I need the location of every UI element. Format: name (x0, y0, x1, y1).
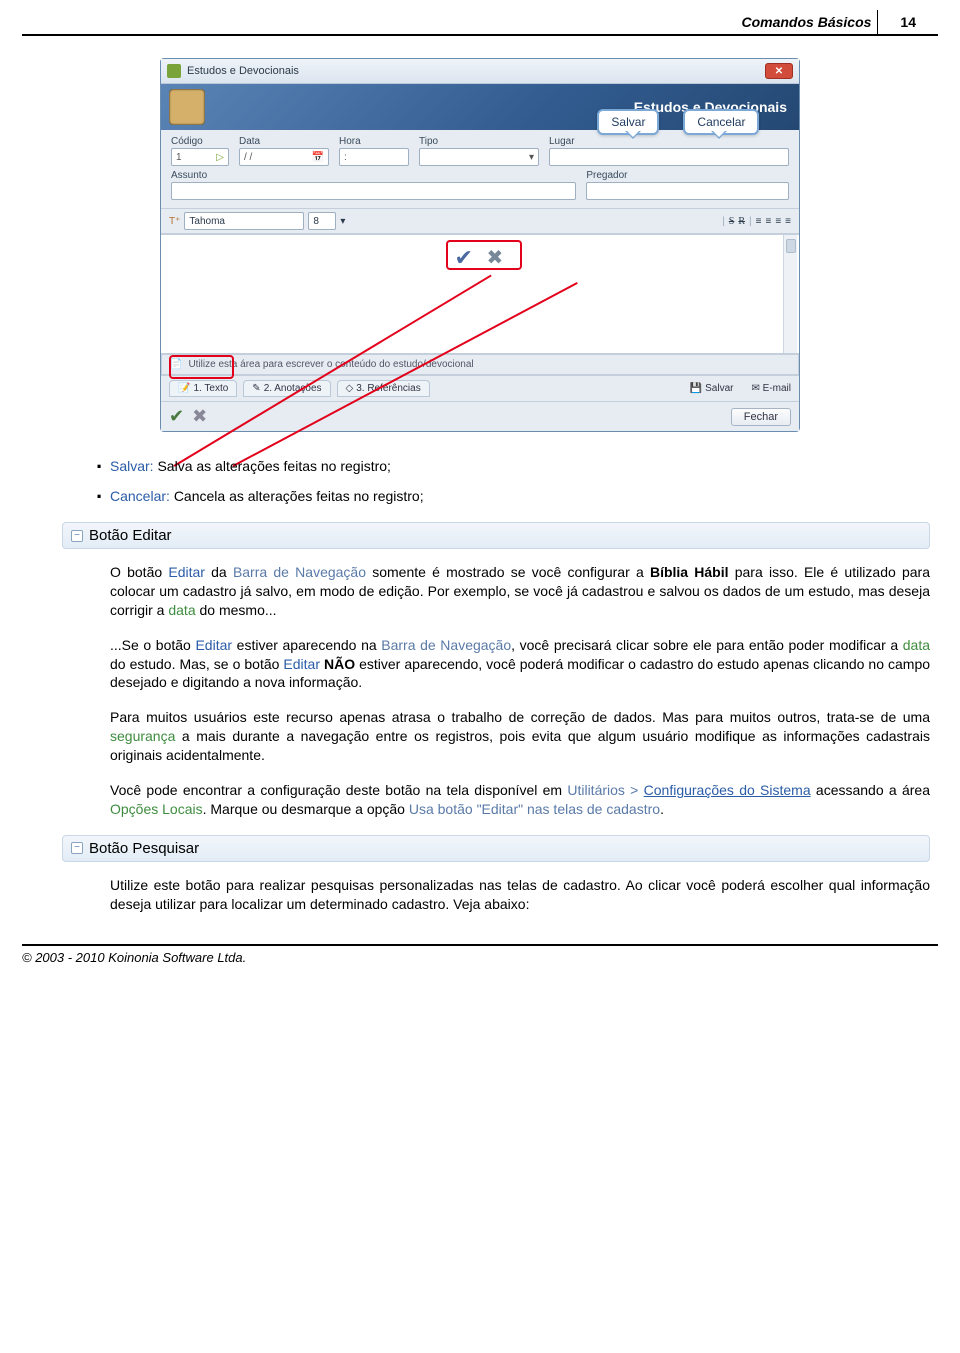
label-data: Data (239, 136, 329, 147)
align-justify-icon[interactable]: ≡ (785, 216, 791, 227)
content-hint: 📄 Utilize esta área para escrever o cont… (161, 354, 799, 375)
font-select[interactable]: Tahoma (184, 212, 304, 230)
collapse-icon[interactable]: − (71, 842, 83, 854)
rich-toolbar: T⁺ Tahoma 8 ▾ Salvar Cancelar | S R | ≡ … (161, 209, 799, 234)
label-lugar: Lugar (549, 136, 789, 147)
window-titlebar: Estudos e Devocionais ✕ (161, 59, 799, 84)
callout-salvar: Salvar (597, 109, 659, 135)
banner-icon (169, 89, 205, 125)
collapse-icon[interactable]: − (71, 530, 83, 542)
input-hora[interactable]: : (339, 148, 409, 166)
bullet-cancelar: Cancelar: Cancela as alterações feitas n… (110, 488, 930, 504)
dropdown-icon[interactable]: ▾ (340, 216, 345, 227)
section-title: Botão Editar (89, 527, 172, 544)
section-botao-editar[interactable]: − Botão Editar (62, 522, 930, 549)
editar-p3: Para muitos usuários este recurso apenas… (110, 708, 930, 765)
label-codigo: Código (171, 136, 229, 147)
tab-anotacoes[interactable]: ✎ 2. Anotações (243, 380, 330, 397)
tab-texto[interactable]: 📝 1. Texto (169, 380, 237, 397)
approve-check-icon[interactable]: ✔ (169, 406, 184, 427)
bullet-salvar: Salvar: Salva as alterações feitas no re… (110, 458, 930, 474)
header-page-number: 14 (878, 10, 938, 34)
page-header: Comandos Básicos 14 (22, 10, 938, 36)
section-title: Botão Pesquisar (89, 840, 199, 857)
save-button[interactable]: 💾 Salvar (690, 383, 734, 394)
input-lugar[interactable] (549, 148, 789, 166)
input-tipo[interactable]: ▾ (419, 148, 539, 166)
editar-p4: Você pode encontrar a configuração deste… (110, 781, 930, 819)
editar-p2: ...Se o botão Editar estiver aparecendo … (110, 636, 930, 693)
email-button[interactable]: ✉ E-mail (751, 383, 791, 394)
editar-p1: O botão Editar da Barra de Navegação som… (110, 563, 930, 620)
label-pregador: Pregador (586, 170, 789, 181)
app-window: Estudos e Devocionais ✕ Estudos e Devoci… (160, 58, 800, 432)
footer-copyright: © 2003 - 2010 Koinonia Software Ltda. (22, 944, 938, 965)
window-title: Estudos e Devocionais (187, 65, 299, 77)
input-assunto[interactable] (171, 182, 576, 200)
label-assunto: Assunto (171, 170, 576, 181)
scrollbar[interactable] (783, 235, 797, 353)
close-button[interactable]: Fechar (731, 408, 791, 426)
align-left-icon[interactable]: ≡ (756, 216, 762, 227)
r-icon[interactable]: R (738, 216, 745, 227)
callout-cancelar: Cancelar (683, 109, 759, 135)
app-icon (167, 64, 181, 78)
header-title: Comandos Básicos (735, 10, 878, 34)
input-pregador[interactable] (586, 182, 789, 200)
section-botao-pesquisar[interactable]: − Botão Pesquisar (62, 835, 930, 862)
label-hora: Hora (339, 136, 409, 147)
approve-x-icon[interactable]: ✖ (192, 406, 207, 427)
close-icon[interactable]: ✕ (765, 63, 793, 79)
pesquisar-p1: Utilize este botão para realizar pesquis… (110, 876, 930, 914)
align-right-icon[interactable]: ≡ (775, 216, 781, 227)
link-config-sistema[interactable]: Configurações do Sistema (644, 782, 811, 798)
align-center-icon[interactable]: ≡ (765, 216, 771, 227)
size-select[interactable]: 8 (308, 212, 336, 230)
input-codigo[interactable]: 1▷ (171, 148, 229, 166)
tab-referencias[interactable]: ◇ 3. Referências (337, 380, 430, 397)
label-tipo: Tipo (419, 136, 539, 147)
input-data[interactable]: / /📅 (239, 148, 329, 166)
highlight-box-top (446, 240, 522, 270)
s-icon[interactable]: S (729, 216, 735, 227)
highlight-box-bottom (169, 355, 234, 379)
